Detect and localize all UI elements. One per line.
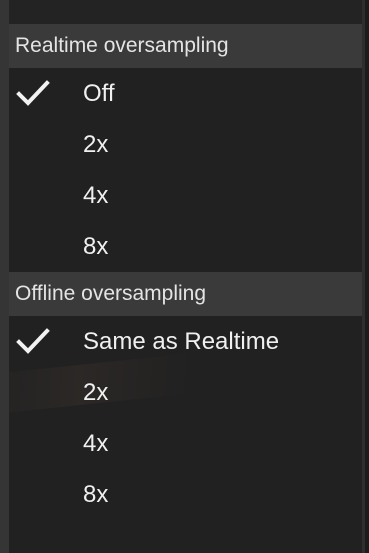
menu-item-label: 2x (83, 131, 109, 158)
menu-item-label: Off (83, 80, 115, 107)
menu-item-realtime-off[interactable]: Off (9, 68, 362, 119)
section-header-offline: Offline oversampling (9, 272, 362, 316)
section-header-realtime: Realtime oversampling (9, 24, 362, 68)
menu-item-realtime-8x[interactable]: 8x (9, 221, 362, 272)
menu-item-label: 4x (83, 182, 109, 209)
menu-item-label: 4x (83, 430, 109, 457)
menu-item-offline-8x[interactable]: 8x (9, 469, 362, 520)
menu-top-edge (9, 0, 362, 24)
menu-item-label: 8x (83, 481, 109, 508)
checkmark-icon (16, 328, 50, 354)
menu-item-label: 8x (83, 233, 109, 260)
oversampling-menu: Realtime oversampling Off 2x 4x 8x Offli… (0, 0, 365, 553)
menu-item-realtime-2x[interactable]: 2x (9, 119, 362, 170)
menu-item-offline-2x[interactable]: 2x (9, 367, 362, 418)
checkmark-icon (16, 80, 50, 106)
menu-item-offline-same-as-realtime[interactable]: Same as Realtime (9, 316, 362, 367)
menu-item-label: 2x (83, 379, 109, 406)
menu-item-realtime-4x[interactable]: 4x (9, 170, 362, 221)
menu-item-label: Same as Realtime (83, 328, 280, 355)
menu-item-offline-4x[interactable]: 4x (9, 418, 362, 469)
